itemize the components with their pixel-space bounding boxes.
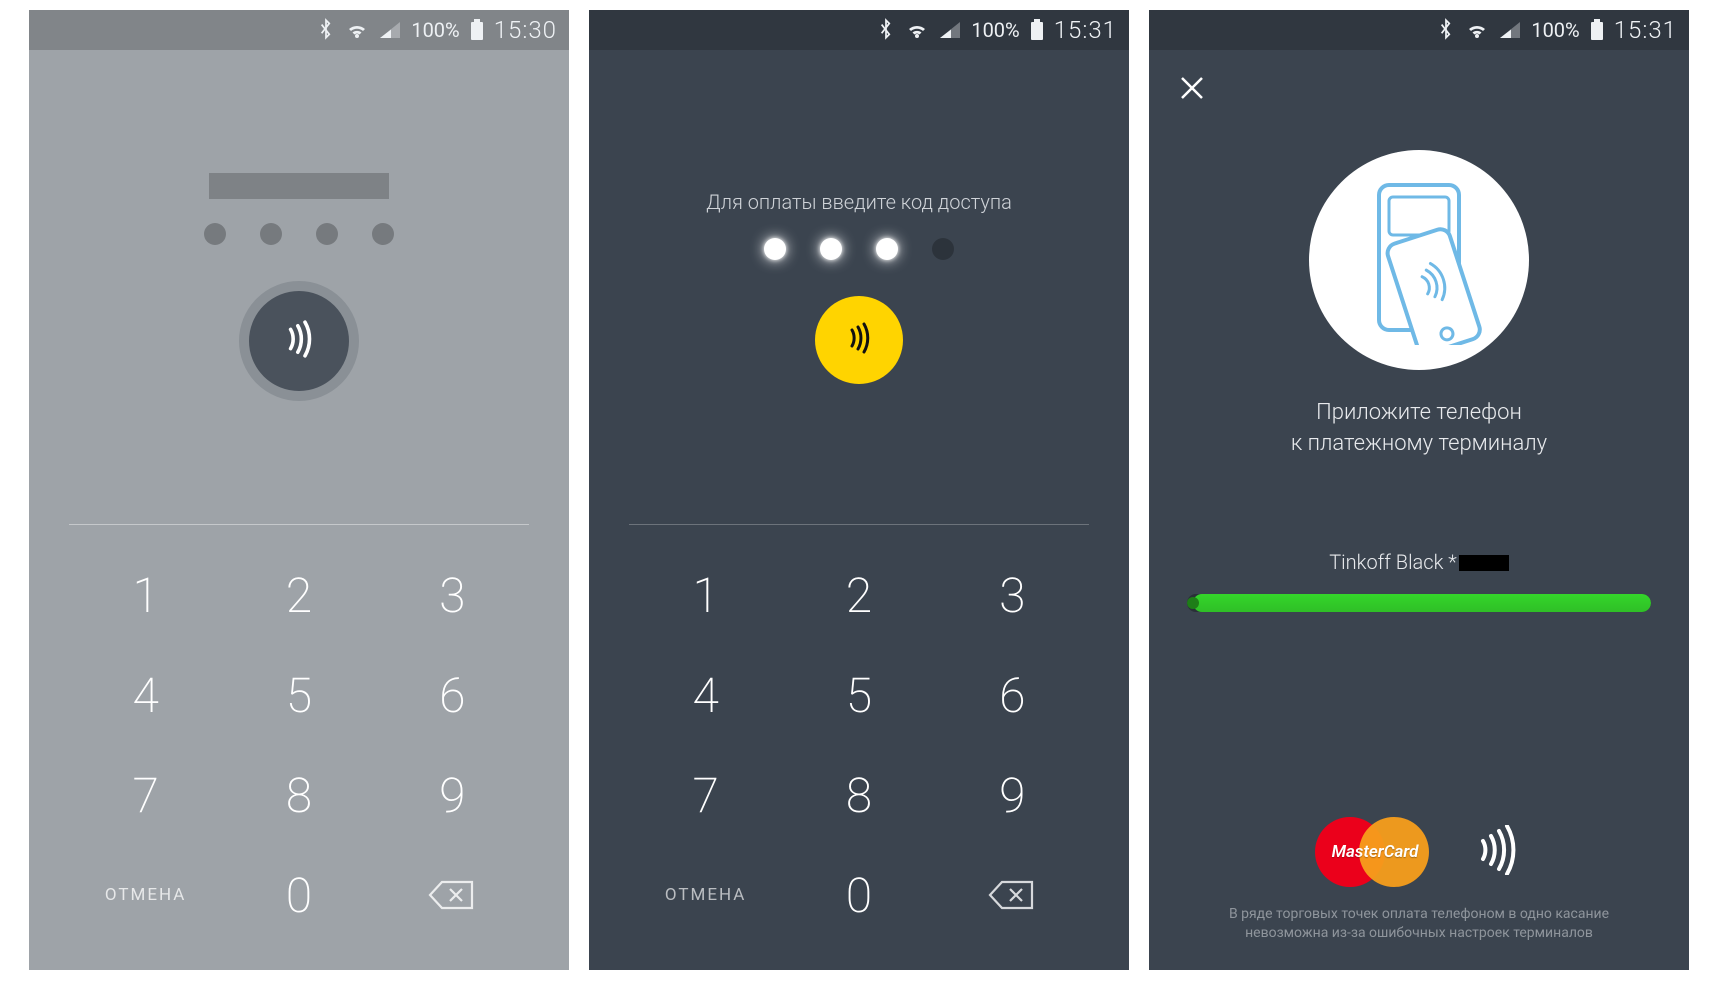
clock: 15:31 [1614,16,1677,44]
keypad: 1 2 3 4 5 6 7 8 9 ОТМЕНА 0 [589,525,1129,970]
tap-to-pay-body: Приложите телефон к платежному терминалу… [1149,50,1689,970]
clock: 15:31 [1054,16,1117,44]
pin-area: 1 2 3 4 5 6 7 8 9 ОТМЕНА 0 [29,50,569,970]
key-3[interactable]: 3 [376,545,529,645]
pin-area: Для оплаты введите код доступа [589,50,1129,970]
key-4[interactable]: 4 [69,645,222,745]
disclaimer: В ряде торговых точек оплата телефоном в… [1179,905,1659,950]
pin-dot-filled [876,238,898,260]
keypad: 1 2 3 4 5 6 7 8 9 ОТМЕНА 0 [29,525,569,970]
nfc-button[interactable] [239,281,359,401]
key-7[interactable]: 7 [629,745,782,845]
msg-line2: к платежному терминалу [1291,431,1547,456]
status-bar: 100% 15:31 [1149,10,1689,50]
key-3[interactable]: 3 [936,545,1089,645]
pin-dots [764,238,954,260]
instruction-placeholder [209,173,389,199]
key-cancel[interactable]: ОТМЕНА [69,845,222,945]
illustration-wrap [1179,150,1659,370]
key-backspace[interactable] [936,845,1089,945]
pin-top [29,50,569,524]
close-icon [1179,75,1205,105]
battery-percent: 100% [971,18,1019,42]
key-4[interactable]: 4 [629,645,782,745]
key-9[interactable]: 9 [936,745,1089,845]
key-9[interactable]: 9 [376,745,529,845]
pin-dots [204,223,394,245]
nfc-button-wrap [815,296,903,384]
pin-dot [316,223,338,245]
key-2[interactable]: 2 [782,545,935,645]
card-label: Tinkoff Black * [1179,550,1659,574]
key-8[interactable]: 8 [222,745,375,845]
mastercard-text: MasterCard [1315,842,1435,862]
key-cancel[interactable]: ОТМЕНА [629,845,782,945]
clock: 15:30 [494,16,557,44]
backspace-icon [428,867,476,924]
key-8[interactable]: 8 [782,745,935,845]
key-6[interactable]: 6 [936,645,1089,745]
progress-nub [1187,597,1199,609]
key-1[interactable]: 1 [69,545,222,645]
pin-dot [932,238,954,260]
progress-fill [1193,594,1651,612]
backspace-icon [988,867,1036,924]
tap-instruction: Приложите телефон к платежному терминалу [1179,398,1659,460]
pin-top: Для оплаты введите код доступа [589,50,1129,524]
battery-percent: 100% [411,18,459,42]
instruction-label: Для оплаты введите код доступа [706,190,1012,214]
contactless-icon [275,315,323,367]
close-button[interactable] [1179,70,1219,110]
bluetooth-icon [877,18,895,42]
wifi-icon [905,20,929,40]
pin-dot-filled [764,238,786,260]
pin-dot [260,223,282,245]
terminal-illustration [1309,150,1529,370]
pin-dot-filled [820,238,842,260]
disclaimer-line1: В ряде торговых точек оплата телефоном в… [1229,906,1609,922]
battery-icon [1590,19,1604,41]
signal-icon [379,21,401,39]
screen-pin-entry: 100% 15:31 Для оплаты введите код доступ… [589,10,1129,970]
key-5[interactable]: 5 [782,645,935,745]
card-name: Tinkoff Black * [1329,550,1457,574]
brand-row: MasterCard [1179,817,1659,887]
nfc-button[interactable] [815,296,903,384]
key-7[interactable]: 7 [69,745,222,845]
card-number-redacted [1459,555,1509,571]
pin-dot [372,223,394,245]
screen-pin-locked: 100% 15:30 [29,10,569,970]
contactless-icon [839,318,879,362]
bluetooth-icon [317,18,335,42]
bluetooth-icon [1437,18,1455,42]
battery-percent: 100% [1531,18,1579,42]
pin-dot [204,223,226,245]
key-backspace[interactable] [376,845,529,945]
wifi-icon [1465,20,1489,40]
mastercard-logo: MasterCard [1315,817,1435,887]
battery-icon [470,19,484,41]
contactless-icon [1465,825,1523,879]
key-5[interactable]: 5 [222,645,375,745]
signal-icon [1499,21,1521,39]
signal-icon [939,21,961,39]
disclaimer-line2: невозможна из-за ошибочных настроек терм… [1245,925,1593,941]
status-bar: 100% 15:31 [589,10,1129,50]
key-0[interactable]: 0 [222,845,375,945]
screen-tap-to-pay: 100% 15:31 [1149,10,1689,970]
progress-bar [1187,594,1651,612]
key-2[interactable]: 2 [222,545,375,645]
msg-line1: Приложите телефон [1316,400,1522,425]
status-bar: 100% 15:30 [29,10,569,50]
battery-icon [1030,19,1044,41]
nfc-button-wrap [239,281,359,401]
wifi-icon [345,20,369,40]
key-6[interactable]: 6 [376,645,529,745]
key-1[interactable]: 1 [629,545,782,645]
key-0[interactable]: 0 [782,845,935,945]
